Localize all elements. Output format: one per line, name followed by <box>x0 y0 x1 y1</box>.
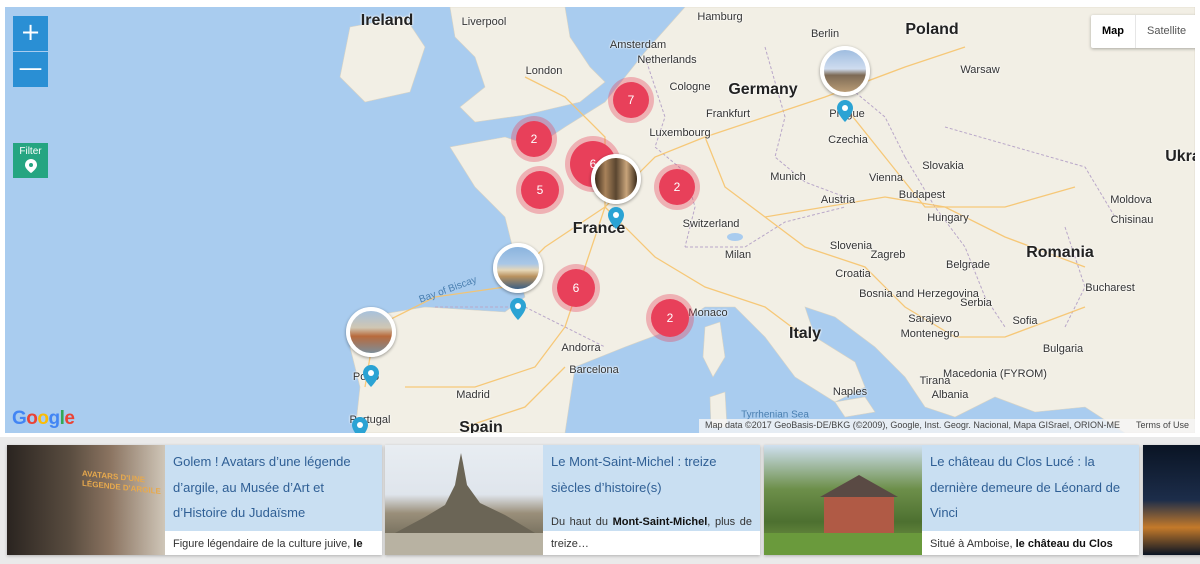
article-card[interactable]: AVATARS D'UNE LÉGENDE D'ARGILE Golem ! A… <box>7 445 382 555</box>
label-slovakia: Slovakia <box>922 160 964 172</box>
terms-of-use-link[interactable]: Terms of Use <box>1136 420 1189 432</box>
map-type-satellite-button[interactable]: Satellite <box>1136 15 1195 48</box>
photo-marker-paris[interactable] <box>591 154 641 204</box>
article-card[interactable]: Le château du Clos Lucé : la dernière de… <box>764 445 1139 555</box>
label-amsterdam: Amsterdam <box>609 39 667 51</box>
label-switzerland: Switzerland <box>682 218 740 230</box>
article-excerpt: Situé à Amboise, le château du Clos <box>922 533 1139 555</box>
label-belgrade: Belgrade <box>945 259 991 271</box>
excerpt-bold: Mont-Saint-Michel <box>612 516 708 528</box>
location-pin-icon <box>24 159 37 173</box>
article-excerpt: Figure légendaire de la culture juive, l… <box>165 533 382 555</box>
map-type-map-button[interactable]: Map <box>1091 15 1136 48</box>
map-pin-icon[interactable] <box>510 298 526 320</box>
article-title[interactable]: Le château du Clos Lucé : la dernière de… <box>922 445 1139 531</box>
label-vienna: Vienna <box>868 172 904 184</box>
article-thumbnail <box>764 445 922 555</box>
label-milan: Milan <box>724 249 752 261</box>
label-tirana: Tirana <box>919 375 951 387</box>
map-canvas[interactable]: Ireland Liverpool London Netherlands Ams… <box>5 7 1195 433</box>
map-cluster[interactable]: 6 <box>557 269 595 307</box>
excerpt-bold: le <box>353 538 363 550</box>
article-thumbnail <box>385 445 543 555</box>
label-poland: Poland <box>905 21 959 38</box>
map-pin-icon[interactable] <box>363 365 379 387</box>
label-naples: Naples <box>832 386 868 398</box>
label-croatia: Croatia <box>835 268 871 280</box>
mont-saint-michel-image <box>385 453 543 555</box>
label-slovenia: Slovenia <box>829 240 873 252</box>
map-pin-icon[interactable] <box>837 100 853 122</box>
excerpt-text: Figure légendaire de la culture juive, <box>173 538 354 550</box>
label-montenegro: Montenegro <box>900 328 960 340</box>
label-chisinau: Chisinau <box>1110 214 1154 226</box>
label-luxembourg: Luxembourg <box>649 127 711 139</box>
label-bucharest: Bucharest <box>1085 282 1135 294</box>
label-moldova: Moldova <box>1110 194 1152 206</box>
label-zagreb: Zagreb <box>870 249 906 261</box>
label-romania: Romania <box>1026 244 1094 261</box>
photo-marker-prague[interactable] <box>820 46 870 96</box>
label-albania: Albania <box>931 389 969 401</box>
excerpt-bold: le château du Clos <box>1015 538 1113 550</box>
map-pin-icon[interactable] <box>608 207 624 229</box>
label-italy: Italy <box>788 325 822 342</box>
clos-luce-image <box>764 475 922 555</box>
label-hungary: Hungary <box>927 212 969 224</box>
map-cluster[interactable]: 2 <box>651 299 689 337</box>
label-spain: Spain <box>459 419 503 433</box>
excerpt-text: Du haut du <box>551 516 613 528</box>
article-card-partial[interactable] <box>1143 445 1200 555</box>
label-sofia: Sofia <box>1012 315 1038 327</box>
label-germany: Germany <box>728 81 798 98</box>
label-cologne: Cologne <box>669 81 711 93</box>
article-title[interactable]: Golem ! Avatars d’une légende d’argile, … <box>165 445 382 531</box>
google-logo[interactable]: Google <box>12 408 75 430</box>
label-netherlands: Netherlands <box>637 54 697 66</box>
map-cluster[interactable]: 7 <box>613 82 649 118</box>
label-madrid: Madrid <box>456 389 490 401</box>
map-cluster[interactable]: 2 <box>516 121 552 157</box>
article-thumbnail <box>1143 445 1200 555</box>
label-sarajevo: Sarajevo <box>908 313 952 325</box>
label-warsaw: Warsaw <box>960 64 1000 76</box>
label-liverpool: Liverpool <box>461 16 507 28</box>
article-card[interactable]: Le Mont-Saint-Michel : treize siècles d’… <box>385 445 760 555</box>
label-munich: Munich <box>770 171 806 183</box>
attribution-text: Map data ©2017 GeoBasis-DE/BKG (©2009), … <box>705 420 1120 430</box>
label-serbia: Serbia <box>960 297 992 309</box>
label-ukraine: Ukra <box>1165 148 1195 165</box>
photo-marker-bordeaux[interactable] <box>493 243 543 293</box>
label-budapest: Budapest <box>898 189 946 201</box>
photo-marker-porto[interactable] <box>346 307 396 357</box>
map-type-control: Map Satellite <box>1091 15 1195 48</box>
excerpt-text: Situé à Amboise, <box>930 538 1016 550</box>
label-hamburg: Hamburg <box>697 11 743 23</box>
label-andorra: Andorra <box>561 342 601 354</box>
article-excerpt: Du haut du Mont-Saint-Michel, plus de tr… <box>543 511 760 555</box>
label-frankfurt: Frankfurt <box>705 108 751 120</box>
label-monaco: Monaco <box>688 307 728 319</box>
label-czechia: Czechia <box>828 134 868 146</box>
map-cluster[interactable]: 5 <box>521 171 559 209</box>
label-bulgaria: Bulgaria <box>1042 343 1084 355</box>
label-barcelona: Barcelona <box>569 364 619 376</box>
map-pin-icon[interactable] <box>352 417 368 433</box>
label-austria: Austria <box>820 194 856 206</box>
label-macedonia: Macedonia (FYROM) <box>943 368 1047 380</box>
label-london: London <box>525 65 563 77</box>
map-cluster[interactable]: 2 <box>659 169 695 205</box>
filter-label: Filter <box>19 146 42 157</box>
article-thumbnail: AVATARS D'UNE LÉGENDE D'ARGILE <box>7 445 165 555</box>
map-attribution: Map data ©2017 GeoBasis-DE/BKG (©2009), … <box>699 419 1195 433</box>
zoom-out-button[interactable]: — <box>13 52 48 87</box>
article-carousel: AVATARS D'UNE LÉGENDE D'ARGILE Golem ! A… <box>0 437 1200 564</box>
filter-button[interactable]: Filter <box>13 143 48 178</box>
thumbnail-caption: AVATARS D'UNE LÉGENDE D'ARGILE <box>82 468 161 497</box>
label-ireland: Ireland <box>360 12 414 29</box>
zoom-in-button[interactable]: + <box>13 16 48 51</box>
label-berlin: Berlin <box>810 28 840 40</box>
